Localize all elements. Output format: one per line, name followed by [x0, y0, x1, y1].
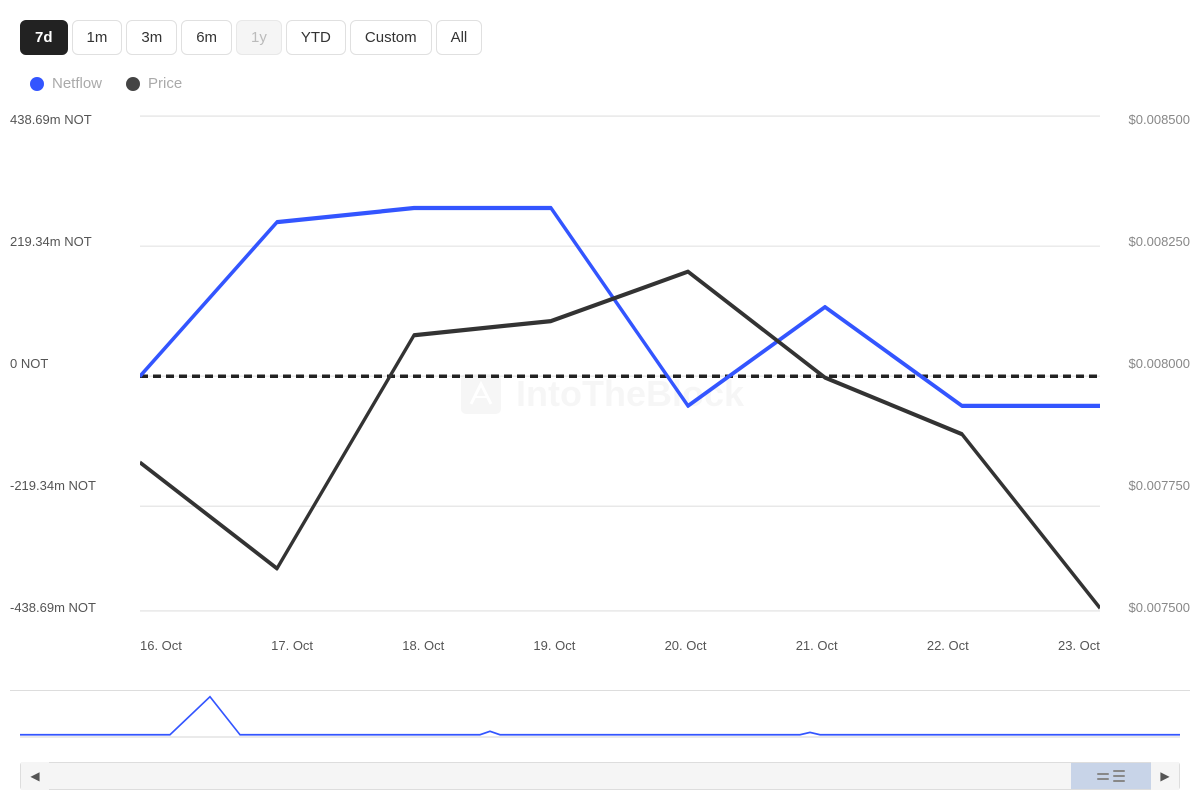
- period-custom-button[interactable]: Custom: [350, 20, 432, 55]
- chart-legend: Netflow Price: [10, 75, 1190, 92]
- scroll-track[interactable]: [49, 763, 1151, 789]
- y-right-label-0: $0.008500: [1100, 112, 1190, 127]
- scroll-left-handle: [1097, 773, 1109, 780]
- y-right-label-1: $0.008250: [1100, 234, 1190, 249]
- period-7d-button[interactable]: 7d: [20, 20, 68, 55]
- handle-line-2: [1097, 778, 1109, 780]
- scroll-left-button[interactable]: ◀: [21, 762, 49, 790]
- legend-price: Price: [126, 75, 182, 92]
- chart-wrapper: IntoTheBlock 438.69m NOT 219.34m NOT 0 N…: [10, 102, 1190, 790]
- main-chart[interactable]: IntoTheBlock 438.69m NOT 219.34m NOT 0 N…: [10, 102, 1190, 685]
- period-1y-button: 1y: [236, 20, 282, 55]
- grip-line-1: [1113, 770, 1125, 772]
- period-6m-button[interactable]: 6m: [181, 20, 232, 55]
- netflow-dot: [30, 77, 44, 91]
- grip-line-2: [1113, 775, 1125, 777]
- y-axis-left: 438.69m NOT 219.34m NOT 0 NOT -219.34m N…: [10, 102, 140, 625]
- x-label-6: 22. Oct: [927, 638, 969, 653]
- y-right-label-4: $0.007500: [1100, 600, 1190, 615]
- x-label-0: 16. Oct: [140, 638, 182, 653]
- price-label: Price: [148, 75, 182, 92]
- scroll-thumb[interactable]: [1071, 763, 1151, 789]
- mini-chart-container[interactable]: May '24 Jul '24 Sep '24 ◀: [10, 690, 1190, 790]
- period-3m-button[interactable]: 3m: [126, 20, 177, 55]
- period-1m-button[interactable]: 1m: [72, 20, 123, 55]
- y-left-label-1: 219.34m NOT: [10, 234, 140, 249]
- x-label-2: 18. Oct: [402, 638, 444, 653]
- grip-line-3: [1113, 780, 1125, 782]
- y-right-label-3: $0.007750: [1100, 478, 1190, 493]
- chart-svg: [140, 102, 1100, 625]
- x-label-3: 19. Oct: [533, 638, 575, 653]
- mini-chart-inner: May '24 Jul '24 Sep '24: [20, 691, 1180, 760]
- x-axis: 16. Oct 17. Oct 18. Oct 19. Oct 20. Oct …: [140, 630, 1100, 680]
- x-label-7: 23. Oct: [1058, 638, 1100, 653]
- scrollbar-area[interactable]: ◀ ▶: [20, 762, 1180, 790]
- main-container: 7d 1m 3m 6m 1y YTD Custom All Netflow Pr…: [0, 0, 1200, 800]
- x-label-1: 17. Oct: [271, 638, 313, 653]
- y-left-label-2: 0 NOT: [10, 356, 140, 371]
- handle-line-1: [1097, 773, 1109, 775]
- y-left-label-4: -438.69m NOT: [10, 600, 140, 615]
- legend-netflow: Netflow: [30, 75, 102, 92]
- netflow-label: Netflow: [52, 75, 102, 92]
- scroll-center-grip: [1113, 770, 1125, 782]
- chart-plot-area[interactable]: [140, 102, 1100, 625]
- price-dot: [126, 77, 140, 91]
- y-left-label-0: 438.69m NOT: [10, 112, 140, 127]
- y-left-label-3: -219.34m NOT: [10, 478, 140, 493]
- period-all-button[interactable]: All: [436, 20, 483, 55]
- x-label-4: 20. Oct: [665, 638, 707, 653]
- y-axis-right: $0.008500 $0.008250 $0.008000 $0.007750 …: [1100, 102, 1190, 625]
- y-right-label-2: $0.008000: [1100, 356, 1190, 371]
- mini-chart-svg: [20, 691, 1180, 760]
- scroll-right-button[interactable]: ▶: [1151, 762, 1179, 790]
- period-ytd-button[interactable]: YTD: [286, 20, 346, 55]
- time-period-selector: 7d 1m 3m 6m 1y YTD Custom All: [10, 20, 1190, 55]
- x-label-5: 21. Oct: [796, 638, 838, 653]
